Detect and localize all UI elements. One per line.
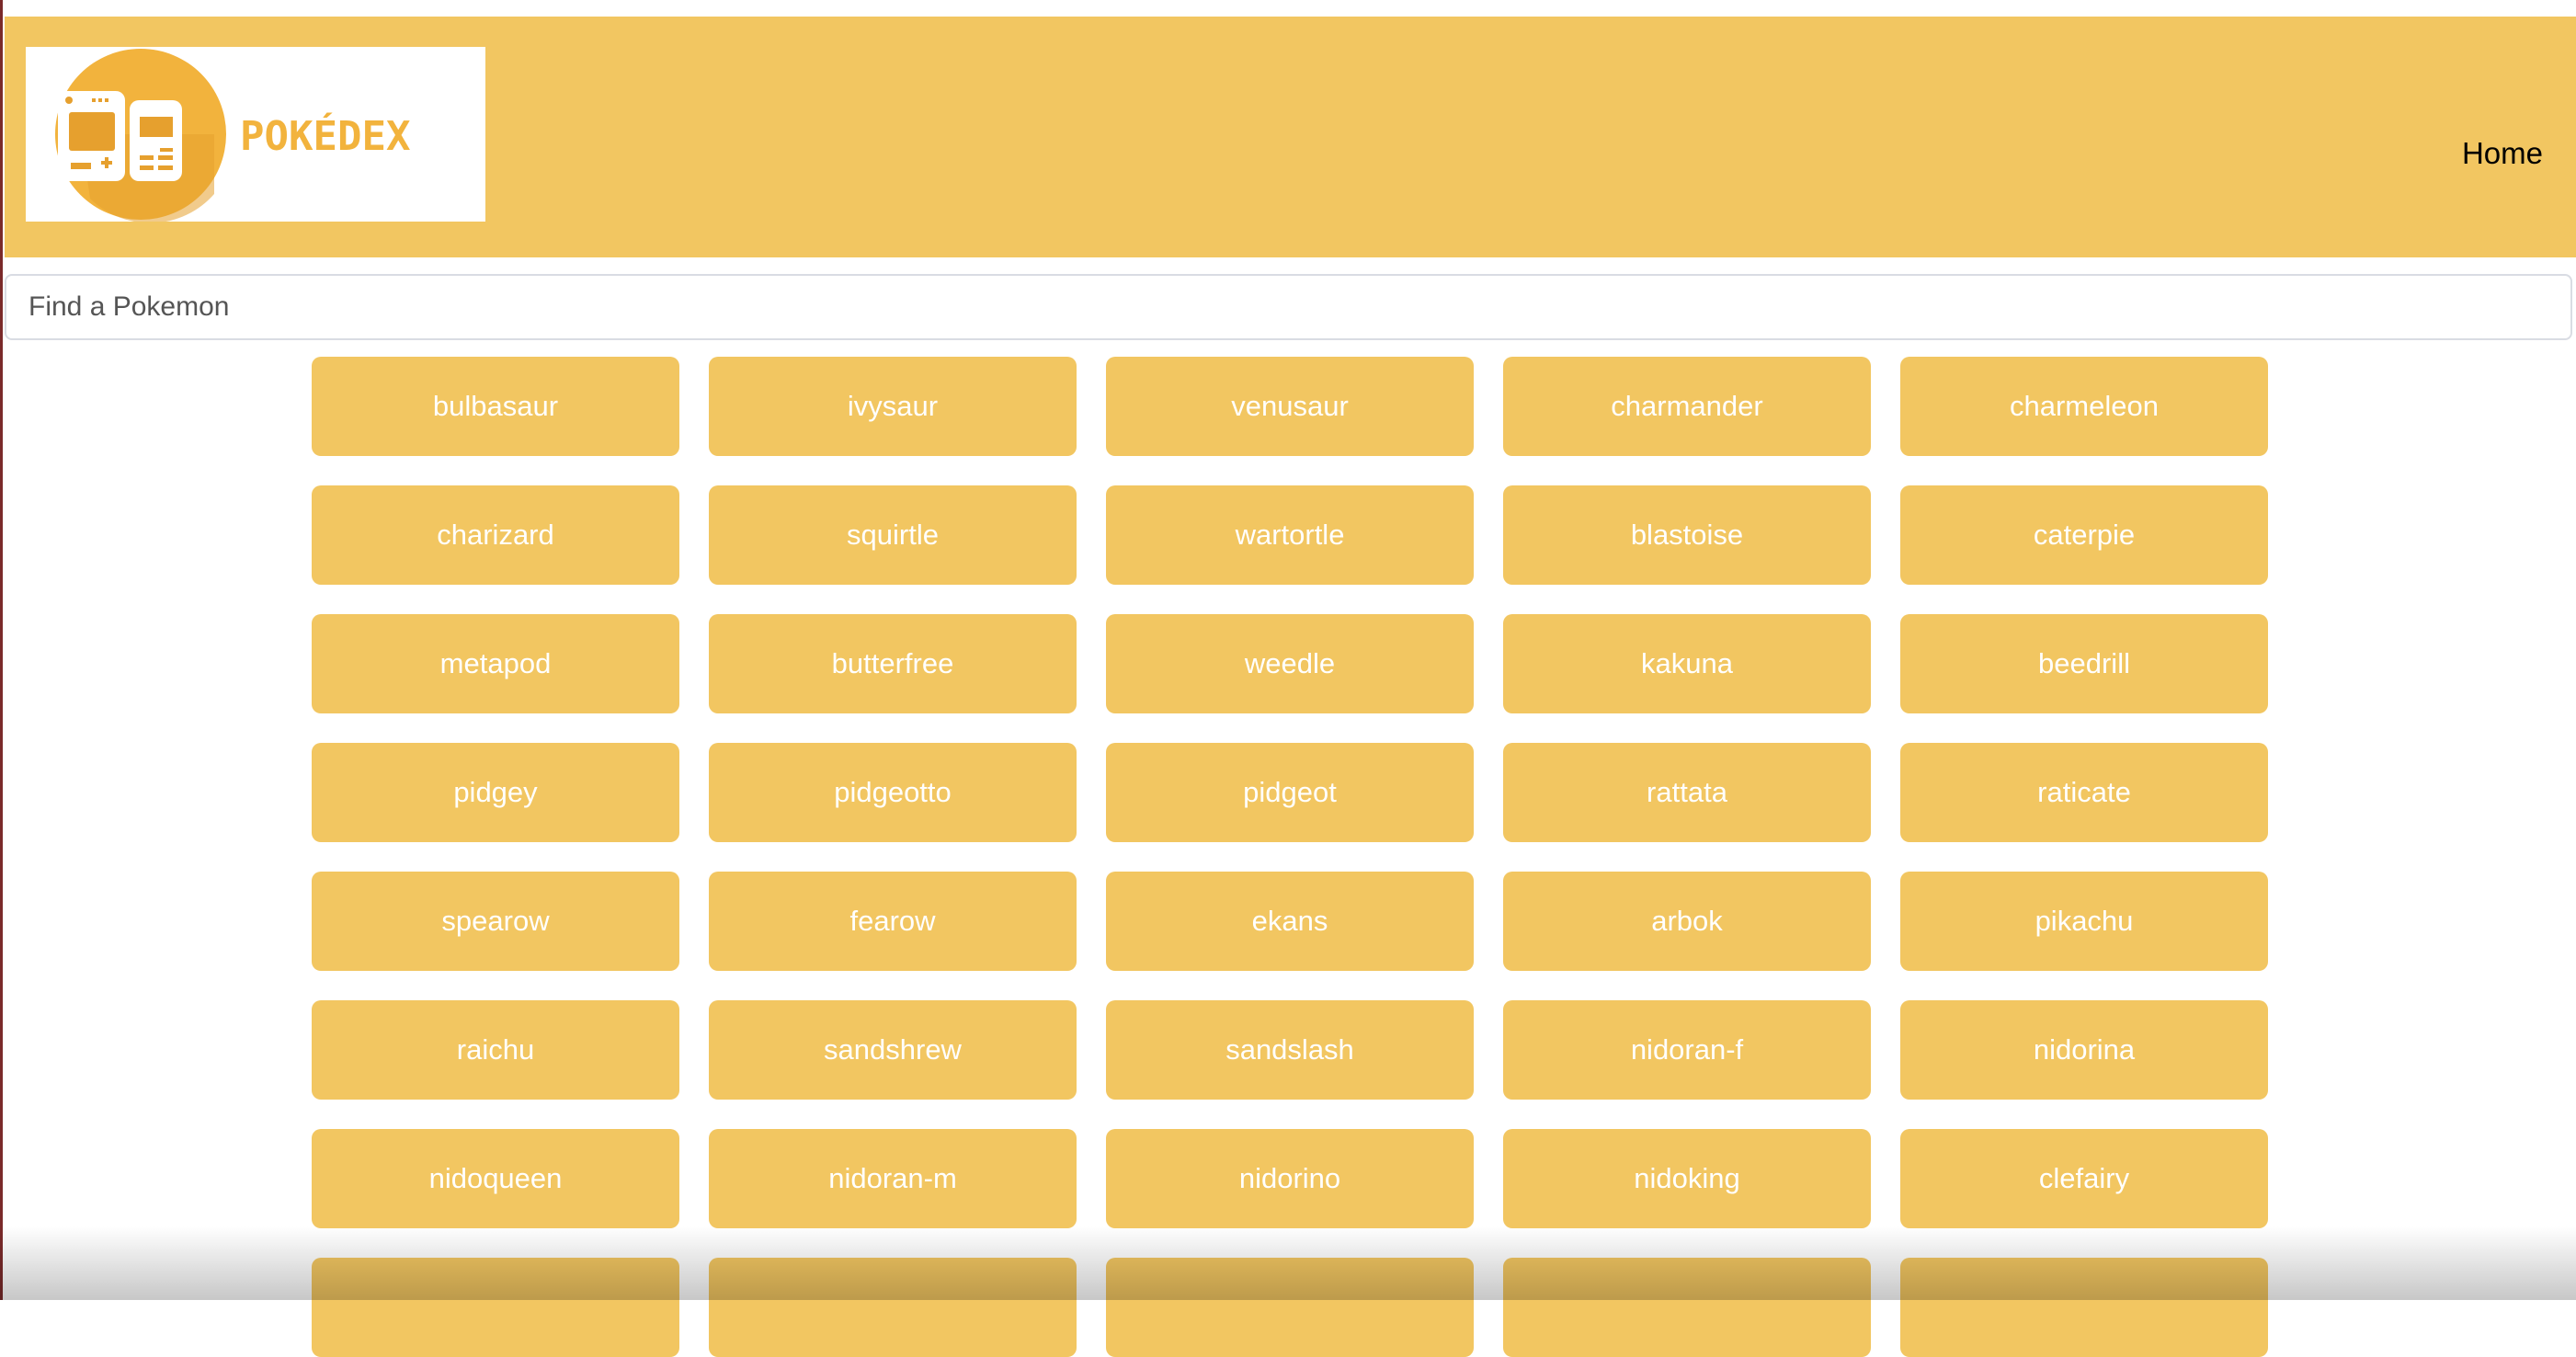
pokemon-button[interactable]: fearow bbox=[709, 872, 1077, 971]
pokemon-button[interactable]: butterfree bbox=[709, 614, 1077, 713]
pokemon-button[interactable]: weedle bbox=[1106, 614, 1474, 713]
window-left-edge bbox=[0, 0, 3, 1300]
pokemon-button[interactable]: wartortle bbox=[1106, 485, 1474, 585]
pokemon-button[interactable]: rattata bbox=[1503, 743, 1871, 842]
nav-home-link[interactable]: Home bbox=[2462, 136, 2543, 171]
pokemon-button[interactable]: venusaur bbox=[1106, 357, 1474, 456]
pokemon-button[interactable]: nidoran-m bbox=[709, 1129, 1077, 1228]
pokemon-button[interactable]: bulbasaur bbox=[312, 357, 679, 456]
pokemon-button[interactable]: sandslash bbox=[1106, 1000, 1474, 1100]
pokemon-button[interactable]: pidgeotto bbox=[709, 743, 1077, 842]
pokemon-button[interactable]: spearow bbox=[312, 872, 679, 971]
pokemon-button[interactable]: caterpie bbox=[1900, 485, 2268, 585]
pokemon-button[interactable]: charizard bbox=[312, 485, 679, 585]
pokemon-button[interactable]: nidoqueen bbox=[312, 1129, 679, 1228]
pokemon-button[interactable]: pidgey bbox=[312, 743, 679, 842]
pokemon-button[interactable]: charmeleon bbox=[1900, 357, 2268, 456]
pokemon-button[interactable] bbox=[709, 1258, 1077, 1357]
pokemon-button[interactable]: raticate bbox=[1900, 743, 2268, 842]
pokemon-button[interactable]: nidorina bbox=[1900, 1000, 2268, 1100]
pokemon-button[interactable]: blastoise bbox=[1503, 485, 1871, 585]
pokemon-button[interactable] bbox=[1503, 1258, 1871, 1357]
window-top-edge bbox=[0, 0, 2576, 17]
pokemon-button[interactable] bbox=[1106, 1258, 1474, 1357]
pokemon-button[interactable] bbox=[312, 1258, 679, 1357]
pokemon-button[interactable]: ekans bbox=[1106, 872, 1474, 971]
pokemon-button[interactable]: nidoran-f bbox=[1503, 1000, 1871, 1100]
pokemon-button[interactable]: pidgeot bbox=[1106, 743, 1474, 842]
pokemon-button[interactable] bbox=[1900, 1258, 2268, 1357]
pokemon-button[interactable]: pikachu bbox=[1900, 872, 2268, 971]
pokemon-grid: bulbasaur ivysaur venusaur charmander charme… bbox=[312, 357, 2268, 1357]
pokemon-button[interactable]: nidoking bbox=[1503, 1129, 1871, 1228]
logo-wordmark: POKÉDEX bbox=[240, 111, 410, 160]
pokemon-button[interactable]: clefairy bbox=[1900, 1129, 2268, 1228]
pokemon-button[interactable]: sandshrew bbox=[709, 1000, 1077, 1100]
pokedex-logo-icon: POKÉDEX bbox=[55, 49, 410, 222]
pokemon-button[interactable]: ivysaur bbox=[709, 357, 1077, 456]
pokemon-button[interactable]: arbok bbox=[1503, 872, 1871, 971]
pokedex-logo[interactable]: POKÉDEX bbox=[26, 47, 485, 222]
navbar: POKÉDEX Home bbox=[5, 17, 2576, 257]
pokemon-button[interactable]: metapod bbox=[312, 614, 679, 713]
pokemon-button[interactable]: beedrill bbox=[1900, 614, 2268, 713]
pokemon-button[interactable]: raichu bbox=[312, 1000, 679, 1100]
search-input[interactable] bbox=[5, 274, 2572, 340]
pokemon-button[interactable]: charmander bbox=[1503, 357, 1871, 456]
pokemon-button[interactable]: squirtle bbox=[709, 485, 1077, 585]
pokemon-button[interactable]: nidorino bbox=[1106, 1129, 1474, 1228]
pokemon-button[interactable]: kakuna bbox=[1503, 614, 1871, 713]
